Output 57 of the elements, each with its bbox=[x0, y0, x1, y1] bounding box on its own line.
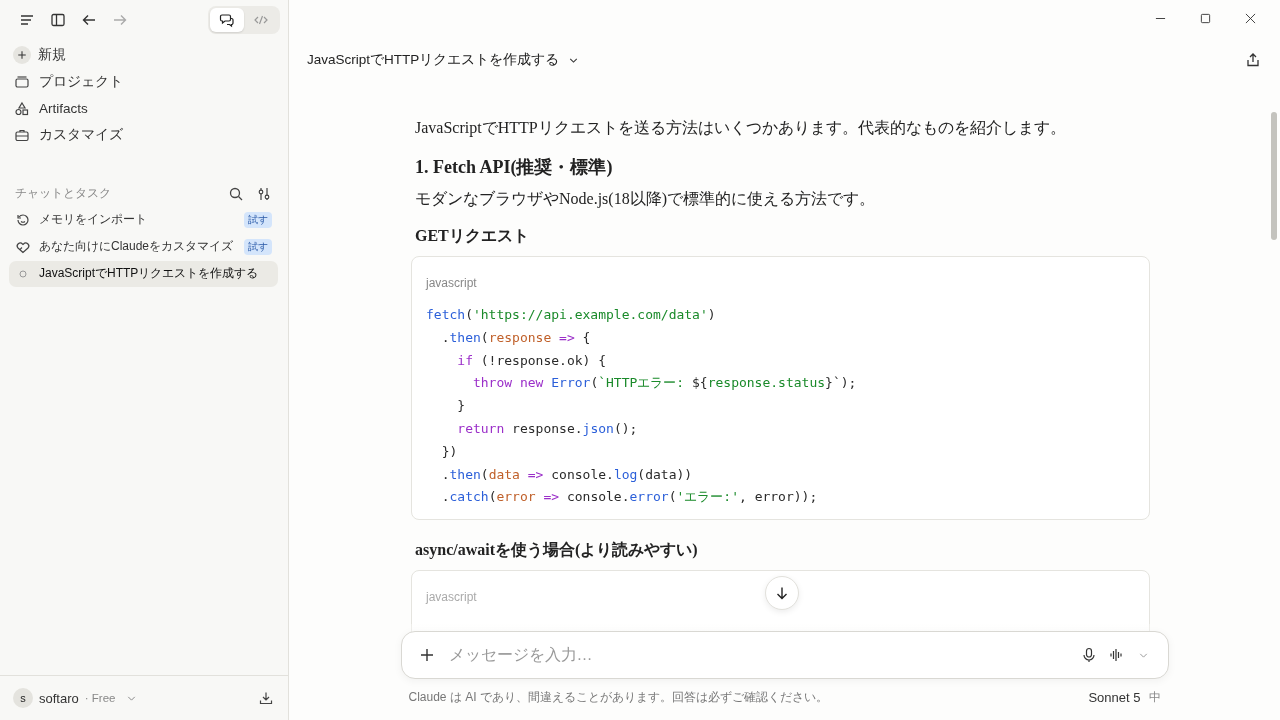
arrow-down-icon bbox=[774, 585, 790, 601]
briefcase-icon bbox=[14, 127, 30, 144]
plus-icon bbox=[13, 46, 31, 65]
back-arrow-icon[interactable] bbox=[81, 12, 97, 28]
paragraph: JavaScriptでHTTPリクエストを送る方法はいくつかあります。代表的なものを紹介します。 bbox=[415, 118, 1067, 139]
scrollbar-thumb[interactable] bbox=[1271, 112, 1277, 240]
code-line: throw new Error(`HTTPエラー: ${response.status}`); bbox=[471, 374, 858, 393]
menu-icon[interactable] bbox=[19, 12, 35, 28]
code-line: fetch('https://api.example.com/data') bbox=[426, 306, 717, 324]
share-icon[interactable] bbox=[1245, 52, 1261, 68]
sidebar-toggle-icon[interactable] bbox=[50, 12, 66, 28]
search-icon[interactable] bbox=[228, 185, 244, 202]
subheading: GETリクエスト bbox=[415, 226, 530, 246]
nav-item[interactable]: Artifacts bbox=[14, 95, 288, 123]
conversation-title[interactable]: JavaScriptでHTTPリクエストを作成する bbox=[307, 51, 560, 69]
section-heading: 1. Fetch API(推奨・標準) bbox=[415, 156, 614, 179]
code-language: javascript bbox=[426, 590, 477, 605]
user-name[interactable]: softaro bbox=[39, 690, 79, 706]
code-line: return response.json(); bbox=[456, 420, 639, 438]
nav-item[interactable]: カスタマイズ bbox=[14, 122, 288, 149]
section-title: チャットとタスク bbox=[15, 186, 111, 202]
chat-item[interactable]: JavaScriptでHTTPリクエストを作成する bbox=[9, 260, 278, 287]
history-icon bbox=[15, 211, 31, 228]
chat-mode-tab[interactable] bbox=[210, 8, 244, 32]
code-line: } bbox=[456, 397, 467, 416]
code-line: .then(data => console.log(data)) bbox=[440, 465, 694, 484]
effort-level[interactable]: 中 bbox=[1148, 689, 1161, 706]
nav-item[interactable]: プロジェクト bbox=[14, 68, 288, 96]
model-selector[interactable]: Sonnet 5 bbox=[1088, 690, 1141, 705]
plan-label: · Free bbox=[84, 692, 116, 704]
code-line: if (!response.ok) { bbox=[456, 351, 608, 370]
chat-dot-icon bbox=[19, 269, 27, 278]
user-avatar: s bbox=[13, 688, 33, 708]
download-icon[interactable] bbox=[258, 690, 274, 706]
paragraph: モダンなブラウザやNode.js(18以降)で標準的に使える方法です。 bbox=[415, 189, 876, 210]
code-line: .catch(error => console.error('エラー:', error)); bbox=[440, 488, 819, 507]
close-icon[interactable] bbox=[1245, 12, 1256, 24]
code-language: javascript bbox=[426, 276, 477, 290]
subheading: async/awaitを使う場合(より読みやすい) bbox=[415, 540, 699, 561]
shapes-icon bbox=[14, 100, 30, 117]
plus-icon[interactable] bbox=[418, 647, 435, 663]
try-badge[interactable]: 試す bbox=[244, 238, 272, 255]
message-field[interactable]: メッセージを入力… bbox=[400, 631, 1169, 679]
nav-item[interactable]: 新規 bbox=[14, 42, 288, 69]
chat-item[interactable]: あなた向けにClaudeをカスタマイズ 試す bbox=[9, 233, 278, 260]
folder-icon bbox=[14, 74, 30, 91]
chat-bubbles-icon bbox=[219, 12, 235, 28]
message-input[interactable]: メッセージを入力… bbox=[446, 645, 1063, 665]
try-badge[interactable]: 試す bbox=[244, 211, 272, 228]
microphone-icon[interactable] bbox=[1080, 647, 1097, 663]
code-line: .then(response => { bbox=[440, 328, 592, 347]
filter-sliders-icon[interactable] bbox=[256, 185, 272, 202]
voice-waveform-icon[interactable] bbox=[1108, 647, 1125, 663]
disclaimer-text: Claude は AI であり、間違えることがあります。回答は必ずご確認ください。 bbox=[408, 689, 828, 706]
chat-item[interactable]: メモリをインポート 試す bbox=[9, 206, 278, 233]
maximize-icon[interactable] bbox=[1200, 12, 1211, 24]
code-line: }) bbox=[440, 442, 459, 461]
